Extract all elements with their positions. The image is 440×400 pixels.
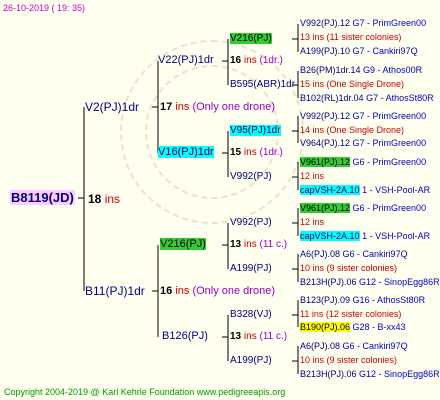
gen4-entry-1[interactable]: V992(PJ).12 G7 - PrimGreen00 [300,18,426,29]
gen4-entry-19[interactable]: B123(PJ).09 G16 - AthosSt80R [300,295,425,306]
gen3-queen-1[interactable]: V216(PJ) [230,33,272,45]
gen4-entry-20: 11 ins (12 sister colonies) [300,309,402,319]
gen2-ins-4: 13 ins (11 c.) [230,331,288,342]
gen3-queen-8[interactable]: A199(PJ) [230,355,272,367]
gen3-queen-6[interactable]: A199(PJ) [230,263,272,275]
gen3-queen-4[interactable]: V992(PJ) [230,171,272,183]
gen3-ins-1: 16 ins (1dr.) [230,55,283,66]
gen3-queen-2[interactable]: B595(ABR)1dr [230,79,295,91]
gen4-entry-16[interactable]: A6(PJ).08 G6 - Cankiri97Q [300,249,408,260]
root-name[interactable]: B8119(JD) [10,190,75,205]
gen4-entry-5: 15 ins (One Single Drone) [300,79,405,89]
gen2-ins-3: 13 ins (11 c.) [230,239,288,250]
gen4-entry-8: 14 ins (One Single Drone) [300,125,405,135]
gen1-queen-bottom[interactable]: B11(PJ)1dr [85,284,145,298]
gen3-queen-7[interactable]: B328(VJ) [230,309,272,321]
gen4-entry-11: 12 ins [300,171,325,181]
gen4-entry-13[interactable]: V961(PJ).12 G6 - PrimGreen00 [300,203,426,214]
gen2-queen-1[interactable]: V22(PJ)1dr [158,54,214,67]
root-ins: 18 ins [88,192,121,206]
gen4-entry-14: 12 ins [300,217,325,227]
root-queen[interactable]: B8119(JD) [10,190,75,205]
gen2-queen-4[interactable]: B126(PJ) [162,330,208,343]
gen4-entry-22[interactable]: A6(PJ).08 G6 - Cankiri97Q [300,341,408,352]
gen4-entry-23: 10 ins (9 sister colonies) [300,355,398,365]
gen4-entry-7[interactable]: V992(PJ).12 G7 - PrimGreen00 [300,111,426,122]
gen2-queen-2[interactable]: V16(PJ)1dr [158,146,214,159]
gen4-entry-10[interactable]: V961(PJ).12 G6 - PrimGreen00 [300,157,426,168]
gen1-ins-bottom: 16 ins (Only one drone) [160,285,275,297]
gen4-entry-2: 13 ins (11 sister colonies) [300,32,402,42]
gen4-entry-24[interactable]: B213H(PJ).06 G12 - SinopEgg86R [300,369,440,380]
gen4-entry-21[interactable]: B190(PJ).06 G28 - B-xx43 [300,322,406,333]
gen4-entry-9[interactable]: V964(PJ).12 G7 - PrimGreen00 [300,138,426,149]
gen3-queen-3[interactable]: V95(PJ)1dr [230,125,281,137]
gen1-ins-top: 17 ins (Only one drone) [160,101,275,113]
gen4-entry-18[interactable]: B213H(PJ).06 G12 - SinopEgg86R [300,277,440,288]
gen4-entry-17: 10 ins (9 sister colonies) [300,263,398,273]
gen1-queen-top[interactable]: V2(PJ)1dr [85,100,139,114]
gen2-ins-2: 15 ins (1dr.) [230,147,283,158]
gen4-entry-4[interactable]: B26(PM)1dr.14 G9 - Athos00R [300,65,422,76]
gen3-queen-5[interactable]: V992(PJ) [230,217,272,229]
pedigree-chart: 26-10-2019 ( 19: 35) B8119(JD) 18 ins V2… [0,0,440,400]
gen4-entry-3[interactable]: A199(PJ).10 G7 - Cankiri97Q [300,46,418,57]
copyright-footer: Copyright 2004-2019 @ Karl Kehrle Founda… [4,387,286,397]
gen2-queen-3[interactable]: V216(PJ) [160,238,206,251]
gen4-entry-6[interactable]: B102(RL)1dr.04 G7 - AthosSt80R [300,93,434,104]
gen4-entry-12[interactable]: capVSH-2A.10 1 - VSH-Pool-AR [300,185,430,196]
gen4-entry-15[interactable]: capVSH-2A.10 1 - VSH-Pool-AR [300,231,430,242]
date-header: 26-10-2019 ( 19: 35) [3,3,86,13]
